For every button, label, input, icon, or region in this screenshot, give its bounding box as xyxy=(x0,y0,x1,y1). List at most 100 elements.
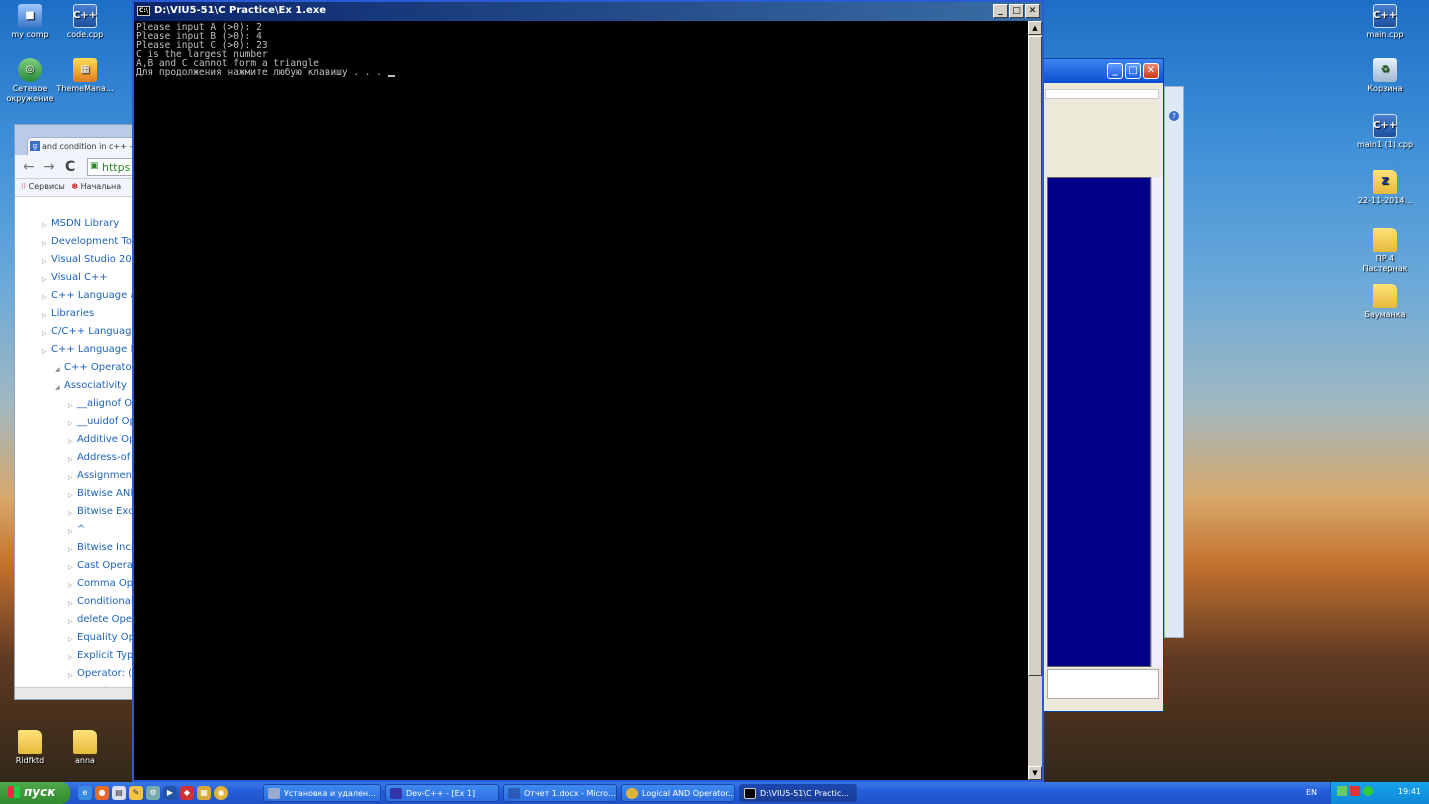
toc-item[interactable]: ▷ __uuidof Op xyxy=(15,415,135,428)
start-button[interactable]: пуск xyxy=(0,782,70,804)
collapsed-triangle-icon[interactable]: ▷ xyxy=(68,579,73,592)
console-vertical-scrollbar[interactable]: ▲ ▼ xyxy=(1028,21,1042,780)
help-side-panel[interactable]: ? xyxy=(1164,86,1184,638)
help-icon[interactable]: ? xyxy=(1169,111,1179,121)
collapsed-triangle-icon[interactable]: ▷ xyxy=(68,525,73,538)
network-tray-icon[interactable] xyxy=(1337,786,1347,796)
collapsed-triangle-icon[interactable]: ▷ xyxy=(68,453,73,466)
toc-item[interactable]: ▷ Bitwise Inclu xyxy=(15,541,135,554)
collapsed-triangle-icon[interactable]: ▷ xyxy=(68,615,73,628)
task-dev-cpp[interactable]: Dev-C++ - [Ex 1] xyxy=(385,784,499,802)
browser-window[interactable]: g and condition in c++ - П ← → C ▣ https… xyxy=(14,124,136,700)
grid-app-icon[interactable]: ▦ xyxy=(197,786,211,800)
dev-cpp-title-bar[interactable]: _ □ ✕ xyxy=(1041,59,1163,83)
expanded-triangle-icon[interactable]: ◢ xyxy=(55,363,60,376)
collapsed-triangle-icon[interactable]: ▷ xyxy=(68,417,73,430)
toc-item[interactable]: ▷ Equality Op xyxy=(15,631,135,644)
toc-item[interactable]: ▷ Bitwise AND xyxy=(15,487,135,500)
bookmark-services[interactable]: Сервисы xyxy=(29,182,65,191)
task-word-report[interactable]: Отчет 1.docx - Micro... xyxy=(503,784,617,802)
collapsed-triangle-icon[interactable]: ▷ xyxy=(42,255,47,268)
toc-item[interactable]: ▷ Additive Op xyxy=(15,433,135,446)
toc-item[interactable]: ▷ Comma Op xyxy=(15,577,135,590)
toc-item[interactable]: ▷ Assignment xyxy=(15,469,135,482)
collapsed-triangle-icon[interactable]: ▷ xyxy=(42,237,47,250)
desktop-icon-ridfktd[interactable]: Ridfktd xyxy=(0,730,60,766)
toc-item[interactable]: ▷ Operator: () xyxy=(15,667,135,680)
collapsed-triangle-icon[interactable]: ▷ xyxy=(68,669,73,682)
toc-item[interactable]: ▷ Address-of xyxy=(15,451,135,464)
tools-icon[interactable]: ⚙ xyxy=(146,786,160,800)
toc-item[interactable]: ▷ C/C++ Language xyxy=(15,325,135,338)
console-title-bar[interactable]: C:\ D:\VIU5-51\C Practice\Ex 1.exe _ □ ✕ xyxy=(134,2,1042,21)
toc-item[interactable]: ◢ C++ Operator xyxy=(15,361,135,374)
collapsed-triangle-icon[interactable]: ▷ xyxy=(68,471,73,484)
collapsed-triangle-icon[interactable]: ▷ xyxy=(68,435,73,448)
toc-item[interactable]: ▷ delete Oper xyxy=(15,613,135,626)
toc-item[interactable]: ▷ Visual Studio 201 xyxy=(15,253,135,266)
toc-item[interactable]: ▷ Explicit Type xyxy=(15,649,135,662)
desktop-icon-recycle-bin[interactable]: ♻ Корзина xyxy=(1355,58,1415,94)
bookmark-start[interactable]: Начальна xyxy=(81,182,122,191)
collapsed-triangle-icon[interactable]: ▷ xyxy=(68,651,73,664)
desktop-icon-archive-folder[interactable]: Z 22-11-2014... xyxy=(1355,170,1415,206)
collapsed-triangle-icon[interactable]: ▷ xyxy=(68,507,73,520)
console-output[interactable]: Please input A (>0): 2 Please input B (>0… xyxy=(134,21,1028,780)
media-icon[interactable]: ▶ xyxy=(163,786,177,800)
collapsed-triangle-icon[interactable]: ▷ xyxy=(68,489,73,502)
collapsed-triangle-icon[interactable]: ▷ xyxy=(68,543,73,556)
language-indicator[interactable]: EN xyxy=(1306,788,1317,797)
address-bar[interactable]: ▣ https xyxy=(87,158,135,176)
collapsed-triangle-icon[interactable]: ▷ xyxy=(68,597,73,610)
firefox-icon[interactable]: ● xyxy=(95,786,109,800)
toc-item[interactable]: ▷ C++ Language ar xyxy=(15,289,135,302)
desktop-icon-network[interactable]: ◎ Сетевое окружение xyxy=(0,58,60,104)
console-minimize-button[interactable]: _ xyxy=(993,4,1008,18)
scroll-up-button[interactable]: ▲ xyxy=(1028,21,1042,35)
toc-item[interactable]: ▷ C++ Language Re xyxy=(15,343,135,356)
console-maximize-button[interactable]: □ xyxy=(1009,4,1024,18)
scroll-thumb[interactable] xyxy=(1028,36,1042,676)
task-install-remove[interactable]: Установка и удален... xyxy=(263,784,381,802)
maximize-button[interactable]: □ xyxy=(1125,63,1141,79)
app-icon[interactable]: ◆ xyxy=(180,786,194,800)
notepad-icon[interactable]: ▤ xyxy=(112,786,126,800)
back-arrow-icon[interactable]: ← xyxy=(23,159,35,175)
toc-item[interactable]: ▷ Visual C++ xyxy=(15,271,135,284)
toc-item[interactable]: ▷ Libraries xyxy=(15,307,135,320)
desktop-icon-code-cpp[interactable]: C++ code.cpp xyxy=(55,4,115,40)
dev-cpp-window[interactable]: _ □ ✕ xyxy=(1040,58,1164,712)
toc-item[interactable]: ▷ Conditional xyxy=(15,595,135,608)
console-close-button[interactable]: ✕ xyxy=(1025,4,1040,18)
editor-vertical-scrollbar[interactable] xyxy=(1151,177,1163,667)
collapsed-triangle-icon[interactable]: ▷ xyxy=(68,399,73,412)
forward-arrow-icon[interactable]: → xyxy=(43,159,55,175)
toc-item[interactable]: ▷ __alignof Op xyxy=(15,397,135,410)
desktop-icon-main1-cpp[interactable]: C++ main1 (1).cpp xyxy=(1355,114,1415,150)
collapsed-triangle-icon[interactable]: ▷ xyxy=(42,273,47,286)
toc-item[interactable]: ▷ Development Toc xyxy=(15,235,135,248)
antivirus-tray-icon[interactable] xyxy=(1350,786,1360,796)
collapsed-triangle-icon[interactable]: ▷ xyxy=(68,561,73,574)
toc-item[interactable]: ▷ MSDN Library xyxy=(15,217,135,230)
browser-tab[interactable]: g and condition in c++ - П xyxy=(27,137,135,155)
collapsed-triangle-icon[interactable]: ▷ xyxy=(42,345,47,358)
collapsed-triangle-icon[interactable]: ▷ xyxy=(42,327,47,340)
desktop-icon-theme-manager[interactable]: ▦ ThemeMana... xyxy=(55,58,115,94)
toc-item[interactable]: ▷ ^ xyxy=(15,523,135,536)
toc-item[interactable]: ▷ Cast Operat xyxy=(15,559,135,572)
minimize-button[interactable]: _ xyxy=(1107,63,1123,79)
browser-horizontal-scrollbar[interactable] xyxy=(15,687,135,699)
desktop-icon-my-comp[interactable]: ■ my comp xyxy=(0,4,60,40)
toc-item[interactable]: ▷Bitwise Exclu xyxy=(15,505,135,518)
reload-icon[interactable]: C xyxy=(65,159,75,175)
expanded-triangle-icon[interactable]: ◢ xyxy=(55,381,60,394)
desktop-icon-main-cpp[interactable]: C++ main.cpp xyxy=(1355,4,1415,40)
console-window[interactable]: C:\ D:\VIU5-51\C Practice\Ex 1.exe _ □ ✕… xyxy=(132,0,1044,782)
collapsed-triangle-icon[interactable]: ▷ xyxy=(42,291,47,304)
close-button[interactable]: ✕ xyxy=(1143,63,1159,79)
code-editor-area[interactable] xyxy=(1047,177,1151,667)
scroll-down-button[interactable]: ▼ xyxy=(1028,766,1042,780)
update-tray-icon[interactable] xyxy=(1363,786,1373,796)
desktop-icon-baumanka-folder[interactable]: Бауманка xyxy=(1355,284,1415,320)
